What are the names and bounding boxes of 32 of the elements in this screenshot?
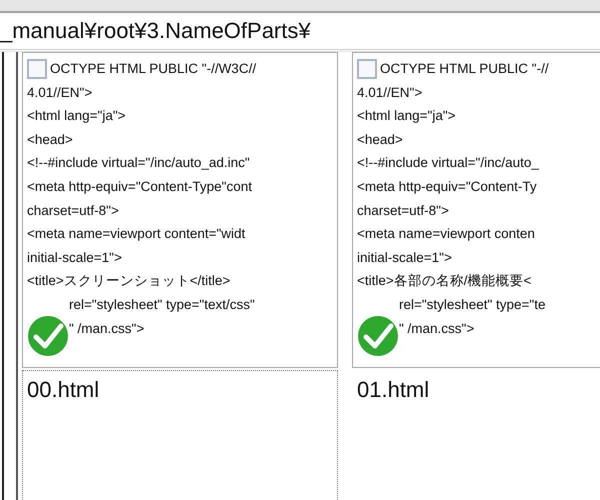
- broken-image-icon: [357, 58, 377, 79]
- preview-line: rel="stylesheet" type="te: [398, 296, 546, 314]
- preview-line: charset=utf-8">: [357, 202, 450, 220]
- preview-line: <!--#include virtual="/inc/auto_: [357, 154, 540, 172]
- preview-line: <title>各部の名称/機能概要<: [357, 272, 532, 290]
- preview-line: OCTYPE HTML PUBLIC "-//W3C//: [27, 57, 333, 81]
- file-thumbnail[interactable]: [352, 52, 600, 368]
- preview-line: <meta http-equiv="Content-Type"cont: [27, 178, 253, 196]
- preview-line: <head>: [357, 130, 404, 149]
- address-bar[interactable]: _manual¥root¥3.NameOfParts¥: [0, 13, 600, 50]
- preview-line: rel="stylesheet" type="text/css": [68, 296, 256, 314]
- preview-line: 4.01//EN">: [27, 84, 94, 102]
- folder-path: _manual¥root¥3.NameOfParts¥: [0, 18, 311, 44]
- file-name[interactable]: 00.html: [27, 377, 100, 402]
- file-thumbnail[interactable]: [22, 52, 338, 368]
- preview-line: OCTYPE HTML PUBLIC "-//: [357, 57, 600, 81]
- preview-line: <meta http-equiv="Content-Ty: [357, 178, 538, 196]
- preview-line: <html lang="ja">: [357, 107, 457, 126]
- preview-line: <meta name=viewport conten: [357, 225, 536, 244]
- preview-line: <title>スクリーンショット</title>: [27, 272, 232, 290]
- preview-line: " /man.css">: [68, 320, 146, 338]
- preview-line: initial-scale=1">: [357, 248, 453, 267]
- preview-line: <!--#include virtual="/inc/auto_ad.inc": [27, 154, 251, 172]
- broken-image-icon: [27, 58, 47, 79]
- preview-line: <head>: [27, 130, 74, 149]
- preview-line: <meta name=viewport content="widt: [27, 225, 246, 244]
- preview-line: <html lang="ja">: [27, 107, 127, 126]
- preview-line: initial-scale=1">: [27, 248, 123, 267]
- preview-line: charset=utf-8">: [27, 202, 120, 220]
- file-name[interactable]: 01.html: [357, 377, 430, 402]
- preview-line: 4.01//EN">: [357, 84, 424, 102]
- preview-line: " /man.css">: [398, 320, 476, 338]
